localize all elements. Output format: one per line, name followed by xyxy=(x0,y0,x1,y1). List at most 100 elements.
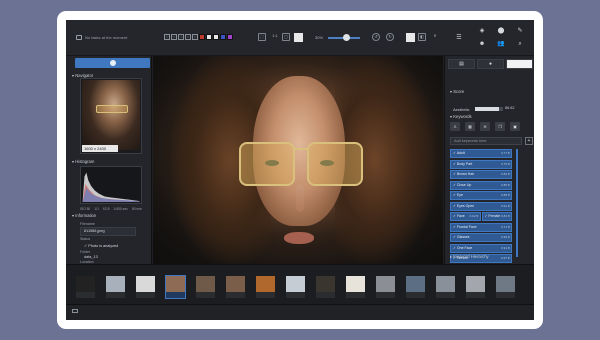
remove-keyword-icon[interactable]: ✕ xyxy=(507,213,510,220)
information-header[interactable]: ▾ Information xyxy=(72,213,96,218)
compare-white-button[interactable] xyxy=(406,33,415,42)
filmstrip-thumbnail[interactable] xyxy=(466,276,485,298)
filmstrip-thumbnail[interactable] xyxy=(346,276,365,298)
background-white-button[interactable] xyxy=(294,33,303,42)
tab-active[interactable] xyxy=(506,59,533,69)
thumbnail-image xyxy=(226,276,245,292)
remove-keyword-icon[interactable]: ✕ xyxy=(507,161,510,168)
folder-value: data_13 xyxy=(84,255,98,259)
remove-keyword-icon[interactable]: ✕ xyxy=(507,150,510,157)
color-label-blue[interactable] xyxy=(220,34,226,40)
filmstrip-thumbnail[interactable] xyxy=(196,276,215,298)
close-icon[interactable]: ✕ xyxy=(431,33,439,41)
tag-icon[interactable]: ◈ xyxy=(475,26,489,36)
filmstrip-thumbnail[interactable] xyxy=(165,275,186,299)
filmstrip-thumbnail[interactable] xyxy=(406,276,425,298)
filmstrip-thumbnail[interactable] xyxy=(136,276,155,298)
copy-icon[interactable]: ❐ xyxy=(495,122,505,131)
star-icon[interactable]: ☆ xyxy=(164,34,170,40)
keyword-chip[interactable]: ✓ Close Up 0.86 ✕ xyxy=(450,180,512,190)
star-icon[interactable]: ☆ xyxy=(178,34,184,40)
people-icon[interactable]: 👥 xyxy=(494,39,508,49)
person-filter-icon[interactable]: ♙ xyxy=(450,122,460,131)
star-icon[interactable]: ☆ xyxy=(192,34,198,40)
layout-icon[interactable] xyxy=(72,309,78,313)
keyword-chip[interactable]: ✓ Eyes Open 0.91 ✕ xyxy=(450,201,512,211)
keyword-chip[interactable]: ✓ Female 0.84 ✕ xyxy=(481,212,512,221)
remove-keyword-icon[interactable]: ✕ xyxy=(507,255,510,262)
split-view-icon[interactable]: ◧ xyxy=(418,33,426,41)
remove-keyword-icon[interactable]: ✕ xyxy=(507,224,510,231)
keyword-score: 0.86 xyxy=(501,182,507,187)
remove-keyword-icon[interactable]: ✕ xyxy=(507,234,510,241)
keywords-header[interactable]: ▾ Keywords xyxy=(450,114,472,119)
fit-screen-icon[interactable]: ⛶ xyxy=(258,33,266,41)
filmstrip-thumbnail[interactable] xyxy=(376,276,395,298)
filmstrip-thumbnail[interactable] xyxy=(76,276,95,298)
keyword-chip[interactable]: ✓ Body Part 0.75 ✕ xyxy=(450,159,512,169)
keyword-label: ✓ Eyes Open xyxy=(453,203,475,208)
keyword-score: 0.99 xyxy=(501,235,507,239)
hierarchy-header[interactable]: ▸ Keyword Hierarchy xyxy=(450,254,489,259)
keyword-chip[interactable]: ✓ One Face 0.91 ✕ xyxy=(450,243,512,253)
filmstrip-thumbnail[interactable] xyxy=(256,276,275,298)
navigator-thumbnail xyxy=(82,80,140,150)
star-icon[interactable]: ☆ xyxy=(185,34,191,40)
location-icon[interactable]: ⬤ xyxy=(494,26,508,36)
keyword-chip[interactable]: ✓ Eye 0.88 ✕ xyxy=(450,191,512,200)
filmstrip-thumbnail[interactable] xyxy=(106,276,125,298)
star-icon[interactable]: ☆ xyxy=(171,34,177,40)
status-label: Status xyxy=(80,237,91,241)
add-keyword-button[interactable]: + xyxy=(525,137,533,145)
keyword-chip[interactable]: ✓ Brown Hair 0.84 ✕ xyxy=(450,170,512,179)
image-viewer[interactable] xyxy=(153,56,443,264)
pin-icon[interactable]: ✎ xyxy=(513,26,527,36)
fill-icon[interactable]: ▢ xyxy=(282,33,290,41)
score-header[interactable]: ▾ Score xyxy=(450,89,464,94)
search-icon[interactable]: ⌕ xyxy=(513,39,527,49)
remove-keyword-icon[interactable]: ✕ xyxy=(507,182,510,189)
rotate-right-icon[interactable]: ↻ xyxy=(386,33,394,41)
tab-keywords-edit[interactable]: ▤ xyxy=(448,59,475,69)
aesthetic-value: 86.62 xyxy=(505,106,515,110)
edit-list-icon[interactable]: ☰ xyxy=(452,33,466,43)
filmstrip-thumbnail[interactable] xyxy=(226,276,245,298)
tab-person[interactable]: ● xyxy=(477,59,504,69)
info-tab[interactable] xyxy=(75,58,150,68)
keyword-input[interactable]: Add keywords here xyxy=(450,137,522,145)
keyword-scrollbar[interactable] xyxy=(516,149,518,257)
thumbnail-image xyxy=(436,276,455,292)
stripes-filter-icon[interactable]: ≋ xyxy=(480,122,490,131)
right-lens xyxy=(307,142,363,186)
tasks-icon[interactable] xyxy=(76,35,82,40)
save-icon[interactable]: ▣ xyxy=(510,122,520,131)
zoom-1-1-button[interactable]: 1:1 xyxy=(271,33,279,41)
info-icon xyxy=(110,60,116,66)
keyword-chip[interactable]: ✓ Adult 0.77 ✕ xyxy=(450,149,512,158)
zoom-slider-handle[interactable] xyxy=(342,34,350,41)
face-icon[interactable]: ☻ xyxy=(475,39,489,49)
task-status: No tasks at the moment xyxy=(76,35,127,40)
color-label-red[interactable] xyxy=(199,34,205,40)
keyword-chip[interactable]: ✓ Glasses 0.99 ✕ xyxy=(450,233,512,242)
remove-keyword-icon[interactable]: ✕ xyxy=(507,192,510,199)
filmstrip-thumbnail[interactable] xyxy=(316,276,335,298)
color-label-white[interactable] xyxy=(206,34,212,40)
keyword-chip[interactable]: ✓ Face 0.92 ✕ xyxy=(450,212,481,221)
histogram-header[interactable]: ▾ Histogram xyxy=(72,159,94,164)
grid-filter-icon[interactable]: ▦ xyxy=(465,122,475,131)
keyword-label: ✓ Adult xyxy=(453,151,465,155)
navigator-preview[interactable]: 1600 x 2400 xyxy=(80,78,142,154)
rotate-left-icon[interactable]: ↺ xyxy=(372,33,380,41)
remove-keyword-icon[interactable]: ✕ xyxy=(507,245,510,252)
remove-keyword-icon[interactable]: ✕ xyxy=(507,203,510,210)
color-label-white-2[interactable] xyxy=(213,34,219,40)
filmstrip-thumbnail[interactable] xyxy=(496,276,515,298)
remove-keyword-icon[interactable]: ✕ xyxy=(476,213,479,220)
filmstrip-thumbnail[interactable] xyxy=(286,276,305,298)
task-status-text: No tasks at the moment xyxy=(85,35,128,40)
filmstrip-thumbnail[interactable] xyxy=(436,276,455,298)
remove-keyword-icon[interactable]: ✕ xyxy=(507,171,510,178)
keyword-chip[interactable]: ✓ Frontal Face 0.71 ✕ xyxy=(450,222,512,232)
color-label-purple[interactable] xyxy=(227,34,233,40)
